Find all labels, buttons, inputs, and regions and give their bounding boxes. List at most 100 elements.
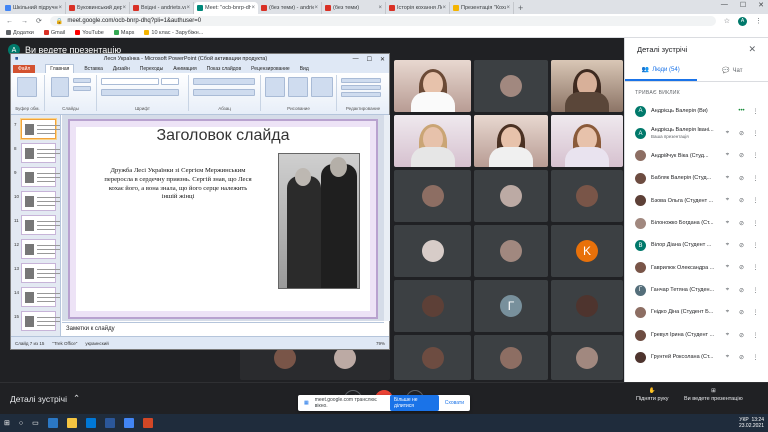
pin-icon[interactable]: ⌖ [723, 242, 732, 249]
powerpoint-window[interactable]: ■ Леся Українка - Microsoft PowerPoint (… [10, 53, 390, 350]
slide-editor[interactable]: Заголовок слайда Дружба Лесі Українки зі… [62, 115, 384, 321]
explorer-icon[interactable] [66, 418, 77, 428]
mic-off-icon[interactable]: ⊘ [737, 175, 746, 182]
paste-button[interactable] [17, 77, 37, 97]
more-icon[interactable]: ⋮ [751, 309, 760, 316]
current-slide[interactable]: Заголовок слайда Дружба Лесі Українки зі… [68, 119, 378, 319]
store-icon[interactable] [85, 418, 96, 428]
participant-row[interactable]: В Вілор Діана (Студент ... ⌖ ⊘ ⋮ [625, 234, 768, 256]
layout-button[interactable] [73, 78, 91, 83]
browser-tab[interactable]: (без теми) × [322, 2, 386, 14]
tab-close-icon[interactable]: × [251, 5, 255, 11]
close-panel-icon[interactable]: ✕ [748, 44, 756, 55]
slide-thumbnail[interactable]: 9 [14, 167, 60, 187]
pin-icon[interactable]: ⌖ [723, 332, 732, 339]
slide-title[interactable]: Заголовок слайда [70, 127, 376, 145]
tab-people[interactable]: 👥 Люди (54) [625, 60, 697, 81]
participant-row[interactable]: Бзова Ольга (Студент ... ⌖ ⊘ ⋮ [625, 190, 768, 212]
maximize-icon[interactable]: ☐ [740, 1, 746, 9]
replace-button[interactable] [341, 85, 381, 90]
system-tray[interactable]: УКР 13:24 23.02.2021 [739, 417, 764, 429]
slide-thumbnail[interactable]: 13 [14, 263, 60, 283]
mic-off-icon[interactable]: ⊘ [737, 264, 746, 271]
address-bar[interactable]: 🔒 meet.google.com/ocb-bnrp-dhq?pli=1&aut… [49, 16, 716, 26]
bookmark-item[interactable]: Gmail [43, 30, 65, 36]
more-icon[interactable]: ⋮ [751, 354, 760, 361]
font-size-select[interactable] [161, 78, 179, 85]
slide-scrollbar[interactable] [384, 115, 390, 321]
video-tile[interactable] [394, 280, 471, 332]
browser-tab[interactable]: Буковинський державний мед× [66, 2, 130, 14]
new-slide-button[interactable] [51, 77, 69, 97]
hide-notice-button[interactable]: Сховати [445, 400, 464, 406]
ppt-tab[interactable]: Вид [300, 66, 309, 72]
more-icon[interactable]: ⋮ [751, 152, 760, 159]
star-icon[interactable]: ☆ [724, 17, 730, 25]
slide-thumbnail[interactable]: 8 [14, 143, 60, 163]
task-view-icon[interactable]: ▭ [32, 419, 39, 427]
pin-icon[interactable]: ⌖ [723, 130, 732, 137]
slide-thumbnail[interactable]: 10 [14, 191, 60, 211]
mic-off-icon[interactable]: ⊘ [737, 130, 746, 137]
tab-close-icon[interactable]: × [58, 5, 62, 11]
slide-body-text[interactable]: Дружба Лесі Українки зі Сергієм Мержинсь… [103, 167, 253, 202]
video-tile[interactable] [394, 335, 471, 380]
mic-off-icon[interactable]: ⊘ [737, 332, 746, 339]
search-icon[interactable]: ○ [19, 420, 23, 427]
more-icon[interactable]: ⋮ [751, 220, 760, 227]
align-buttons[interactable] [193, 89, 255, 96]
shapes-button[interactable] [265, 77, 285, 97]
select-button[interactable] [341, 92, 381, 97]
video-tile[interactable] [394, 60, 471, 112]
ppt-minimize-icon[interactable]: — [353, 56, 359, 63]
mic-off-icon[interactable]: ⊘ [737, 354, 746, 361]
tab-close-icon[interactable]: × [186, 5, 190, 11]
tab-close-icon[interactable]: × [506, 5, 510, 11]
quick-styles-button[interactable] [311, 77, 333, 97]
browser-tab[interactable]: Вхідні - andriets.valeriia@bsm× [130, 2, 194, 14]
video-tile[interactable] [474, 115, 548, 167]
more-icon[interactable]: ⋮ [751, 264, 760, 271]
participant-row[interactable]: Гаврилюк Олександра ... ⌖ ⊘ ⋮ [625, 257, 768, 279]
find-button[interactable] [341, 78, 381, 83]
pin-icon[interactable]: ⌖ [723, 354, 732, 361]
mic-off-icon[interactable]: ⊘ [737, 242, 746, 249]
pin-icon[interactable]: ⌖ [723, 152, 732, 159]
slide-thumbnail[interactable]: 7 [14, 119, 60, 139]
ppt-tab[interactable]: Дизайн [113, 66, 130, 72]
ppt-tab[interactable]: Анимация [173, 66, 196, 72]
ppt-maximize-icon[interactable]: ☐ [367, 56, 372, 63]
browser-tab[interactable]: Презентація "Кохання в житті× [450, 2, 514, 14]
bookmark-item[interactable]: YouTube [75, 30, 104, 36]
participant-row[interactable]: A Андрієць Валерія Івані... Ваша презентац… [625, 122, 768, 144]
slide-thumbnail[interactable]: 11 [14, 215, 60, 235]
participant-row[interactable]: Андрійчук Віка (Студ... ⌖ ⊘ ⋮ [625, 145, 768, 167]
video-tile[interactable] [474, 335, 548, 380]
video-tile[interactable] [474, 170, 548, 222]
ppt-tab[interactable]: Показ слайдов [207, 66, 241, 72]
raise-hand-button[interactable]: ✋ Підняти руку [636, 388, 668, 402]
arrange-button[interactable] [288, 77, 308, 97]
slides-pane[interactable]: 7 8 9 10 11 12 13 14 15 [11, 115, 61, 336]
font-family-select[interactable] [101, 78, 159, 85]
ppt-tab[interactable]: Файл [13, 64, 36, 73]
ppt-tab[interactable]: Главная [45, 64, 75, 73]
video-tile[interactable] [394, 225, 471, 277]
pin-icon[interactable]: ⌖ [723, 309, 732, 316]
edge-icon[interactable] [47, 418, 58, 428]
reset-button[interactable] [73, 86, 91, 91]
bookmark-item[interactable]: Марs [113, 30, 134, 36]
ppt-tab[interactable]: Рецензирование [251, 66, 290, 72]
tab-chat[interactable]: 💬 Чат [697, 60, 768, 81]
video-tile[interactable] [551, 335, 623, 380]
zoom-level[interactable]: 79% [376, 341, 385, 346]
powerpoint-icon[interactable] [142, 418, 153, 428]
slide-thumbnail[interactable]: 14 [14, 287, 60, 307]
minimize-icon[interactable]: — [721, 1, 728, 9]
video-tile[interactable] [551, 115, 623, 167]
more-icon[interactable]: ⋮ [751, 332, 760, 339]
slide-thumbnail[interactable]: 12 [14, 239, 60, 259]
profile-avatar[interactable]: A [738, 16, 747, 26]
pin-icon[interactable]: ⌖ [723, 175, 732, 182]
stop-sharing-button[interactable]: Більше не ділитися [389, 395, 439, 411]
